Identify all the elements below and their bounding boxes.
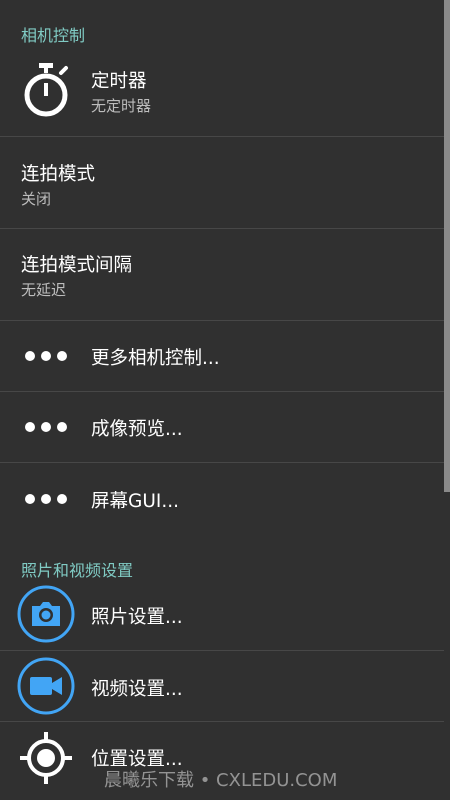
watermark: 晨曦乐下载 • CXLEDU.COM (104, 770, 338, 791)
camera-icon (16, 584, 76, 644)
video-settings-row[interactable]: 视频设置... (0, 651, 444, 721)
settings-screen: 相机控制 定时器 无定时器 连拍模式 关闭 连拍模式间隔 无延迟 更多相机控制.… (0, 0, 450, 800)
image-preview-row[interactable]: 成像预览... (0, 392, 444, 462)
video-settings-title: 视频设置... (91, 679, 183, 700)
burst-mode-subtitle: 关闭 (21, 190, 52, 208)
timer-subtitle: 无定时器 (91, 97, 152, 115)
image-preview-title: 成像预览... (91, 419, 183, 440)
burst-interval-title: 连拍模式间隔 (21, 255, 133, 276)
video-camera-icon (16, 656, 76, 716)
more-camera-controls-title: 更多相机控制... (91, 348, 220, 369)
screen-gui-title: 屏幕GUI... (91, 491, 179, 512)
more-dots-icon (25, 422, 67, 432)
burst-mode-title: 连拍模式 (21, 164, 96, 185)
more-dots-icon (25, 494, 67, 504)
section-header-photo-video-settings: 照片和视频设置 (21, 561, 134, 580)
burst-mode-setting-row[interactable]: 连拍模式 关闭 (0, 137, 444, 228)
more-dots-icon (25, 351, 67, 361)
photo-settings-row[interactable]: 照片设置... (0, 580, 444, 650)
timer-icon (16, 60, 76, 120)
burst-interval-subtitle: 无延迟 (21, 281, 67, 299)
scrollbar[interactable] (444, 0, 450, 492)
timer-title: 定时器 (91, 71, 147, 92)
location-crosshair-icon (16, 728, 76, 788)
photo-settings-title: 照片设置... (91, 607, 183, 628)
section-header-camera-controls: 相机控制 (21, 26, 86, 45)
timer-setting-row[interactable]: 定时器 无定时器 (0, 50, 444, 136)
burst-interval-setting-row[interactable]: 连拍模式间隔 无延迟 (0, 229, 444, 320)
more-camera-controls-row[interactable]: 更多相机控制... (0, 321, 444, 391)
screen-gui-row[interactable]: 屏幕GUI... (0, 463, 444, 543)
